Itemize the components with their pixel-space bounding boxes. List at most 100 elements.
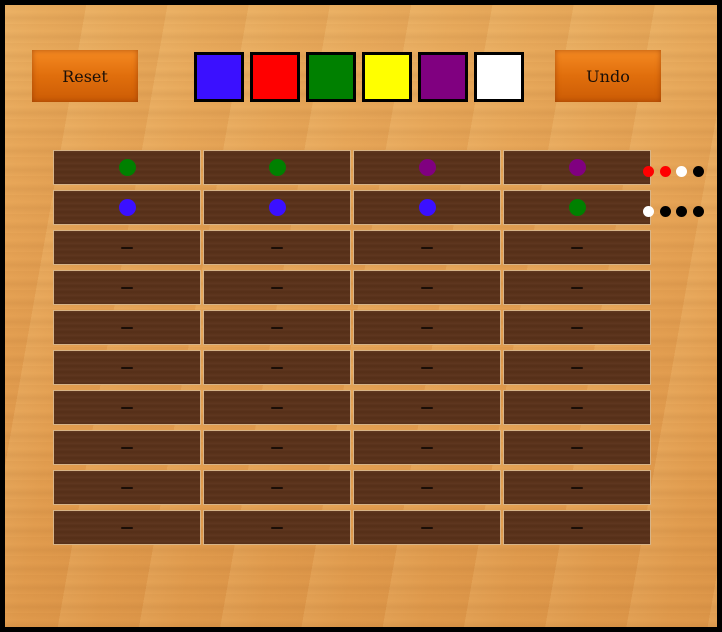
peg-slot[interactable] [203, 150, 351, 185]
empty-slot-marker [271, 286, 283, 289]
guess-row [53, 270, 651, 305]
palette-swatch-green[interactable] [306, 52, 356, 102]
feedback-peg-black [659, 206, 671, 217]
feedback-peg-white [643, 206, 654, 217]
peg-slot[interactable] [353, 270, 501, 305]
peg-slot[interactable] [203, 350, 351, 385]
guess-grid [53, 150, 651, 550]
feedback-pegs [643, 162, 709, 181]
empty-slot-marker [271, 246, 283, 249]
peg-slot[interactable] [353, 150, 501, 185]
peg-slot[interactable] [53, 230, 201, 265]
empty-slot-marker [421, 366, 433, 369]
peg-slot[interactable] [503, 390, 651, 425]
peg-slot[interactable] [53, 390, 201, 425]
empty-slot-marker [421, 286, 433, 289]
empty-slot-marker [121, 446, 133, 449]
palette-swatch-white[interactable] [474, 52, 524, 102]
peg [268, 199, 286, 216]
feedback-peg-red [659, 166, 671, 177]
empty-slot-marker [271, 446, 283, 449]
peg-slot[interactable] [203, 510, 351, 545]
peg-slot[interactable] [203, 390, 351, 425]
empty-slot-marker [421, 246, 433, 249]
palette-swatch-blue[interactable] [194, 52, 244, 102]
peg-slot[interactable] [203, 230, 351, 265]
empty-slot-marker [121, 486, 133, 489]
peg-slot[interactable] [203, 430, 351, 465]
guess-row [53, 310, 651, 345]
empty-slot-marker [121, 326, 133, 329]
palette-swatch-red[interactable] [250, 52, 300, 102]
guess-row [53, 470, 651, 505]
empty-slot-marker [121, 286, 133, 289]
guess-row [53, 150, 651, 185]
peg-slot[interactable] [53, 150, 201, 185]
peg-slot[interactable] [503, 310, 651, 345]
peg-slot[interactable] [53, 470, 201, 505]
peg [568, 199, 586, 216]
peg [118, 199, 136, 216]
peg-slot[interactable] [503, 350, 651, 385]
empty-slot-marker [271, 526, 283, 529]
peg-slot[interactable] [53, 310, 201, 345]
empty-slot-marker [571, 526, 583, 529]
peg-slot[interactable] [203, 310, 351, 345]
empty-slot-marker [271, 486, 283, 489]
peg-slot[interactable] [53, 430, 201, 465]
empty-slot-marker [121, 406, 133, 409]
empty-slot-marker [571, 366, 583, 369]
peg-slot[interactable] [353, 350, 501, 385]
guess-row [53, 430, 651, 465]
peg-slot[interactable] [53, 270, 201, 305]
peg-slot[interactable] [503, 510, 651, 545]
peg-slot[interactable] [503, 270, 651, 305]
peg-slot[interactable] [53, 510, 201, 545]
undo-button[interactable]: Undo [555, 50, 661, 102]
peg-slot[interactable] [503, 230, 651, 265]
feedback-peg-black [676, 206, 687, 217]
empty-slot-marker [421, 406, 433, 409]
peg-slot[interactable] [53, 190, 201, 225]
peg [268, 159, 286, 176]
empty-slot-marker [121, 366, 133, 369]
empty-slot-marker [571, 286, 583, 289]
guess-row [53, 190, 651, 225]
empty-slot-marker [421, 486, 433, 489]
peg-slot[interactable] [503, 470, 651, 505]
peg-slot[interactable] [503, 430, 651, 465]
peg-slot[interactable] [353, 430, 501, 465]
empty-slot-marker [421, 326, 433, 329]
empty-slot-marker [271, 406, 283, 409]
feedback-peg-black [692, 206, 704, 217]
peg-slot[interactable] [353, 390, 501, 425]
feedback-pegs [643, 202, 709, 221]
peg-slot[interactable] [353, 190, 501, 225]
peg [418, 199, 436, 216]
empty-slot-marker [421, 526, 433, 529]
peg-slot[interactable] [53, 350, 201, 385]
peg-slot[interactable] [203, 270, 351, 305]
peg-slot[interactable] [353, 230, 501, 265]
peg-slot[interactable] [203, 190, 351, 225]
empty-slot-marker [421, 446, 433, 449]
game-board: Reset Undo [5, 5, 717, 627]
peg-slot[interactable] [353, 310, 501, 345]
reset-button[interactable]: Reset [32, 50, 138, 102]
palette-swatch-purple[interactable] [418, 52, 468, 102]
empty-slot-marker [271, 326, 283, 329]
peg-slot[interactable] [503, 150, 651, 185]
peg [568, 159, 586, 176]
peg [118, 159, 136, 176]
peg-slot[interactable] [353, 510, 501, 545]
empty-slot-marker [271, 366, 283, 369]
empty-slot-marker [571, 246, 583, 249]
peg-slot[interactable] [353, 470, 501, 505]
peg-slot[interactable] [203, 470, 351, 505]
color-palette [194, 52, 524, 102]
peg [418, 159, 436, 176]
feedback-peg-red [643, 166, 654, 177]
palette-swatch-yellow[interactable] [362, 52, 412, 102]
peg-slot[interactable] [503, 190, 651, 225]
guess-row [53, 390, 651, 425]
